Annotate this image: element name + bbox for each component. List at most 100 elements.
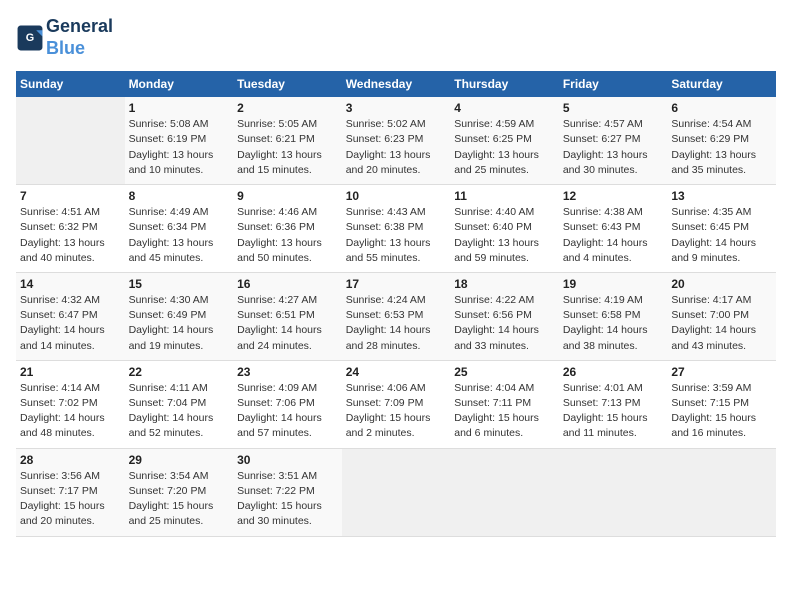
day-info: Sunrise: 4:38 AMSunset: 6:43 PMDaylight:… [563,205,664,266]
day-number: 17 [346,277,447,291]
calendar-cell: 16 Sunrise: 4:27 AMSunset: 6:51 PMDayligh… [233,272,342,360]
day-number: 7 [20,189,121,203]
day-info: Sunrise: 4:35 AMSunset: 6:45 PMDaylight:… [671,205,772,266]
calendar-cell: 4Sunrise: 4:59 AMSunset: 6:25 PMDaylight… [450,97,559,184]
calendar-body: 1 Sunrise: 5:08 AMSunset: 6:19 PMDaylight… [16,97,776,536]
day-number: 3 [346,101,447,115]
calendar-week-row: 14 Sunrise: 4:32 AMSunset: 6:47 PMDayligh… [16,272,776,360]
day-info: Sunrise: 4:19 AMSunset: 6:58 PMDaylight:… [563,293,664,354]
weekday-header: Sunday [16,71,125,97]
day-number: 25 [454,365,555,379]
day-info: Sunrise: 4:09 AMSunset: 7:06 PMDaylight:… [237,381,338,442]
day-info: Sunrise: 3:59 AMSunset: 7:15 PMDaylight:… [671,381,772,442]
weekday-header: Thursday [450,71,559,97]
calendar-cell: 11 Sunrise: 4:40 AMSunset: 6:40 PMDayligh… [450,185,559,273]
calendar-cell: 2Sunrise: 5:05 AMSunset: 6:21 PMDaylight… [233,97,342,184]
calendar-week-row: 7 Sunrise: 4:51 AMSunset: 6:32 PMDaylight… [16,185,776,273]
calendar-cell: 21Sunrise: 4:14 AMSunset: 7:02 PMDayligh… [16,360,125,448]
day-number: 18 [454,277,555,291]
calendar-week-row: 28 Sunrise: 3:56 AMSunset: 7:17 PMDayligh… [16,448,776,536]
calendar-cell: 3 Sunrise: 5:02 AMSunset: 6:23 PMDaylight… [342,97,451,184]
day-number: 13 [671,189,772,203]
day-info: Sunrise: 3:51 AMSunset: 7:22 PMDaylight:… [237,469,338,530]
calendar-cell: 13 Sunrise: 4:35 AMSunset: 6:45 PMDayligh… [667,185,776,273]
day-number: 23 [237,365,338,379]
day-number: 16 [237,277,338,291]
day-number: 15 [129,277,230,291]
day-number: 26 [563,365,664,379]
calendar-cell: 26 Sunrise: 4:01 AMSunset: 7:13 PMDayligh… [559,360,668,448]
day-number: 10 [346,189,447,203]
calendar-cell: 5 Sunrise: 4:57 AMSunset: 6:27 PMDaylight… [559,97,668,184]
calendar-cell: 15 Sunrise: 4:30 AMSunset: 6:49 PMDayligh… [125,272,234,360]
calendar-cell: 28 Sunrise: 3:56 AMSunset: 7:17 PMDayligh… [16,448,125,536]
calendar-cell: 23 Sunrise: 4:09 AMSunset: 7:06 PMDayligh… [233,360,342,448]
page-header: G GeneralBlue [16,16,776,59]
day-info: Sunrise: 4:51 AMSunset: 6:32 PMDaylight:… [20,205,121,266]
calendar-cell: 24 Sunrise: 4:06 AMSunset: 7:09 PMDayligh… [342,360,451,448]
day-number: 22 [129,365,230,379]
day-info: Sunrise: 4:30 AMSunset: 6:49 PMDaylight:… [129,293,230,354]
weekday-header: Friday [559,71,668,97]
calendar-cell: 6Sunrise: 4:54 AMSunset: 6:29 PMDaylight… [667,97,776,184]
calendar-cell: 27 Sunrise: 3:59 AMSunset: 7:15 PMDayligh… [667,360,776,448]
day-number: 14 [20,277,121,291]
day-info: Sunrise: 4:49 AMSunset: 6:34 PMDaylight:… [129,205,230,266]
logo-text: GeneralBlue [46,16,113,59]
day-info: Sunrise: 4:57 AMSunset: 6:27 PMDaylight:… [563,117,664,178]
day-number: 20 [671,277,772,291]
calendar-cell [450,448,559,536]
calendar-week-row: 21Sunrise: 4:14 AMSunset: 7:02 PMDayligh… [16,360,776,448]
calendar-header: SundayMondayTuesdayWednesdayThursdayFrid… [16,71,776,97]
day-info: Sunrise: 4:01 AMSunset: 7:13 PMDaylight:… [563,381,664,442]
weekday-header: Wednesday [342,71,451,97]
calendar-cell: 19 Sunrise: 4:19 AMSunset: 6:58 PMDayligh… [559,272,668,360]
calendar-week-row: 1 Sunrise: 5:08 AMSunset: 6:19 PMDaylight… [16,97,776,184]
day-number: 27 [671,365,772,379]
calendar-cell [342,448,451,536]
day-number: 9 [237,189,338,203]
day-info: Sunrise: 4:32 AMSunset: 6:47 PMDaylight:… [20,293,121,354]
day-info: Sunrise: 4:04 AMSunset: 7:11 PMDaylight:… [454,381,555,442]
day-info: Sunrise: 4:27 AMSunset: 6:51 PMDaylight:… [237,293,338,354]
day-info: Sunrise: 4:22 AMSunset: 6:56 PMDaylight:… [454,293,555,354]
day-number: 2 [237,101,338,115]
calendar-cell: 7 Sunrise: 4:51 AMSunset: 6:32 PMDaylight… [16,185,125,273]
calendar-cell: 1 Sunrise: 5:08 AMSunset: 6:19 PMDaylight… [125,97,234,184]
calendar-cell: 29Sunrise: 3:54 AMSunset: 7:20 PMDayligh… [125,448,234,536]
calendar-cell: 25 Sunrise: 4:04 AMSunset: 7:11 PMDayligh… [450,360,559,448]
day-info: Sunrise: 5:08 AMSunset: 6:19 PMDaylight:… [129,117,230,178]
calendar-cell: 14 Sunrise: 4:32 AMSunset: 6:47 PMDayligh… [16,272,125,360]
day-number: 5 [563,101,664,115]
day-number: 29 [129,453,230,467]
day-info: Sunrise: 4:11 AMSunset: 7:04 PMDaylight:… [129,381,230,442]
logo: G GeneralBlue [16,16,113,59]
calendar-cell: 20 Sunrise: 4:17 AMSunset: 7:00 PMDayligh… [667,272,776,360]
day-info: Sunrise: 4:40 AMSunset: 6:40 PMDaylight:… [454,205,555,266]
day-info: Sunrise: 4:06 AMSunset: 7:09 PMDaylight:… [346,381,447,442]
day-number: 28 [20,453,121,467]
day-number: 1 [129,101,230,115]
calendar-cell: 30Sunrise: 3:51 AMSunset: 7:22 PMDayligh… [233,448,342,536]
svg-text:G: G [26,32,34,44]
day-number: 24 [346,365,447,379]
day-info: Sunrise: 5:02 AMSunset: 6:23 PMDaylight:… [346,117,447,178]
day-number: 6 [671,101,772,115]
day-info: Sunrise: 4:43 AMSunset: 6:38 PMDaylight:… [346,205,447,266]
day-number: 21 [20,365,121,379]
day-info: Sunrise: 4:59 AMSunset: 6:25 PMDaylight:… [454,117,555,178]
calendar-cell: 17 Sunrise: 4:24 AMSunset: 6:53 PMDayligh… [342,272,451,360]
calendar-cell: 8 Sunrise: 4:49 AMSunset: 6:34 PMDaylight… [125,185,234,273]
day-info: Sunrise: 4:17 AMSunset: 7:00 PMDaylight:… [671,293,772,354]
day-info: Sunrise: 3:56 AMSunset: 7:17 PMDaylight:… [20,469,121,530]
weekday-header: Saturday [667,71,776,97]
day-number: 19 [563,277,664,291]
day-number: 8 [129,189,230,203]
calendar-cell: 10 Sunrise: 4:43 AMSunset: 6:38 PMDayligh… [342,185,451,273]
day-number: 11 [454,189,555,203]
day-info: Sunrise: 4:24 AMSunset: 6:53 PMDaylight:… [346,293,447,354]
weekday-row: SundayMondayTuesdayWednesdayThursdayFrid… [16,71,776,97]
calendar-cell: 22 Sunrise: 4:11 AMSunset: 7:04 PMDayligh… [125,360,234,448]
calendar-cell [559,448,668,536]
day-info: Sunrise: 4:46 AMSunset: 6:36 PMDaylight:… [237,205,338,266]
